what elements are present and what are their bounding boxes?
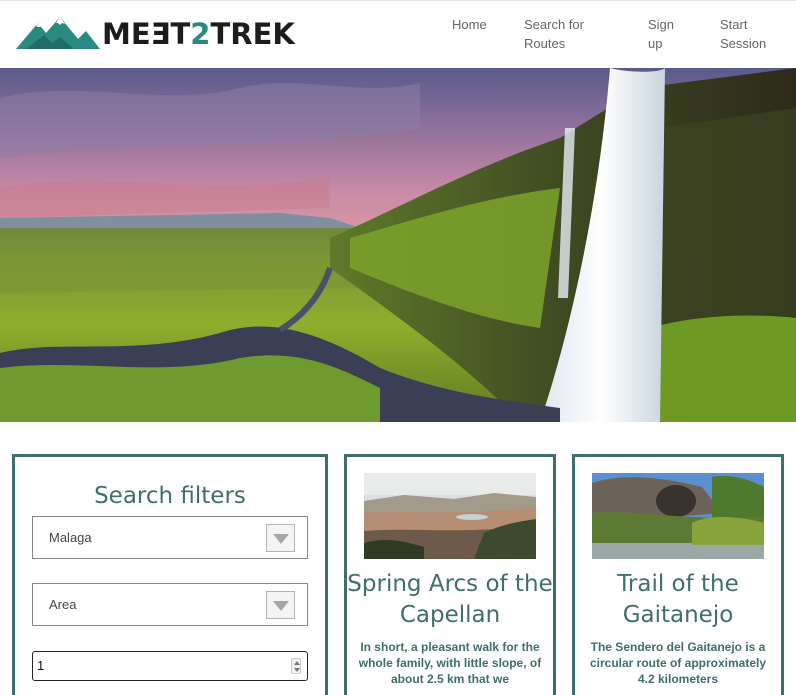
route-card[interactable]: Spring Arcs of the Capellan In short, a … bbox=[344, 454, 556, 695]
route-description: In short, a pleasant walk for the whole … bbox=[358, 640, 542, 686]
area-select-value: Area bbox=[49, 597, 77, 612]
nav-sign-up-link[interactable]: Sign up bbox=[648, 15, 688, 53]
search-filters-panel: Search filters Malaga Area 1 bbox=[12, 454, 328, 695]
search-filters-title: Search filters bbox=[94, 483, 246, 509]
main-nav: Home Search for Routes Sign up Start Ses… bbox=[0, 15, 796, 59]
number-input[interactable]: 1 bbox=[32, 651, 308, 681]
route-card[interactable]: Trail of the Gaitanejo The Sendero del G… bbox=[572, 454, 784, 695]
nav-home-link[interactable]: Home bbox=[452, 15, 502, 34]
location-select-value: Malaga bbox=[49, 530, 92, 545]
number-stepper-icon[interactable] bbox=[291, 658, 301, 674]
chevron-down-icon[interactable] bbox=[266, 524, 295, 552]
route-description: The Sendero del Gaitanejo is a circular … bbox=[589, 640, 767, 686]
hero-image bbox=[0, 68, 796, 422]
location-select[interactable]: Malaga bbox=[32, 516, 308, 559]
chevron-down-icon[interactable] bbox=[266, 591, 295, 619]
site-header: MEƎT2TREK Home Search for Routes Sign up… bbox=[0, 0, 796, 68]
route-image-valley[interactable] bbox=[364, 473, 536, 559]
number-input-value: 1 bbox=[37, 658, 45, 673]
route-title[interactable]: Spring Arcs of the Capellan bbox=[347, 569, 553, 631]
route-title[interactable]: Trail of the Gaitanejo bbox=[575, 569, 781, 631]
area-select[interactable]: Area bbox=[32, 583, 308, 626]
waterfall-landscape-image bbox=[0, 68, 796, 422]
nav-start-session-link[interactable]: Start Session bbox=[720, 15, 780, 53]
nav-search-routes-link[interactable]: Search for Routes bbox=[524, 15, 594, 53]
route-image-gorge[interactable] bbox=[592, 473, 764, 559]
